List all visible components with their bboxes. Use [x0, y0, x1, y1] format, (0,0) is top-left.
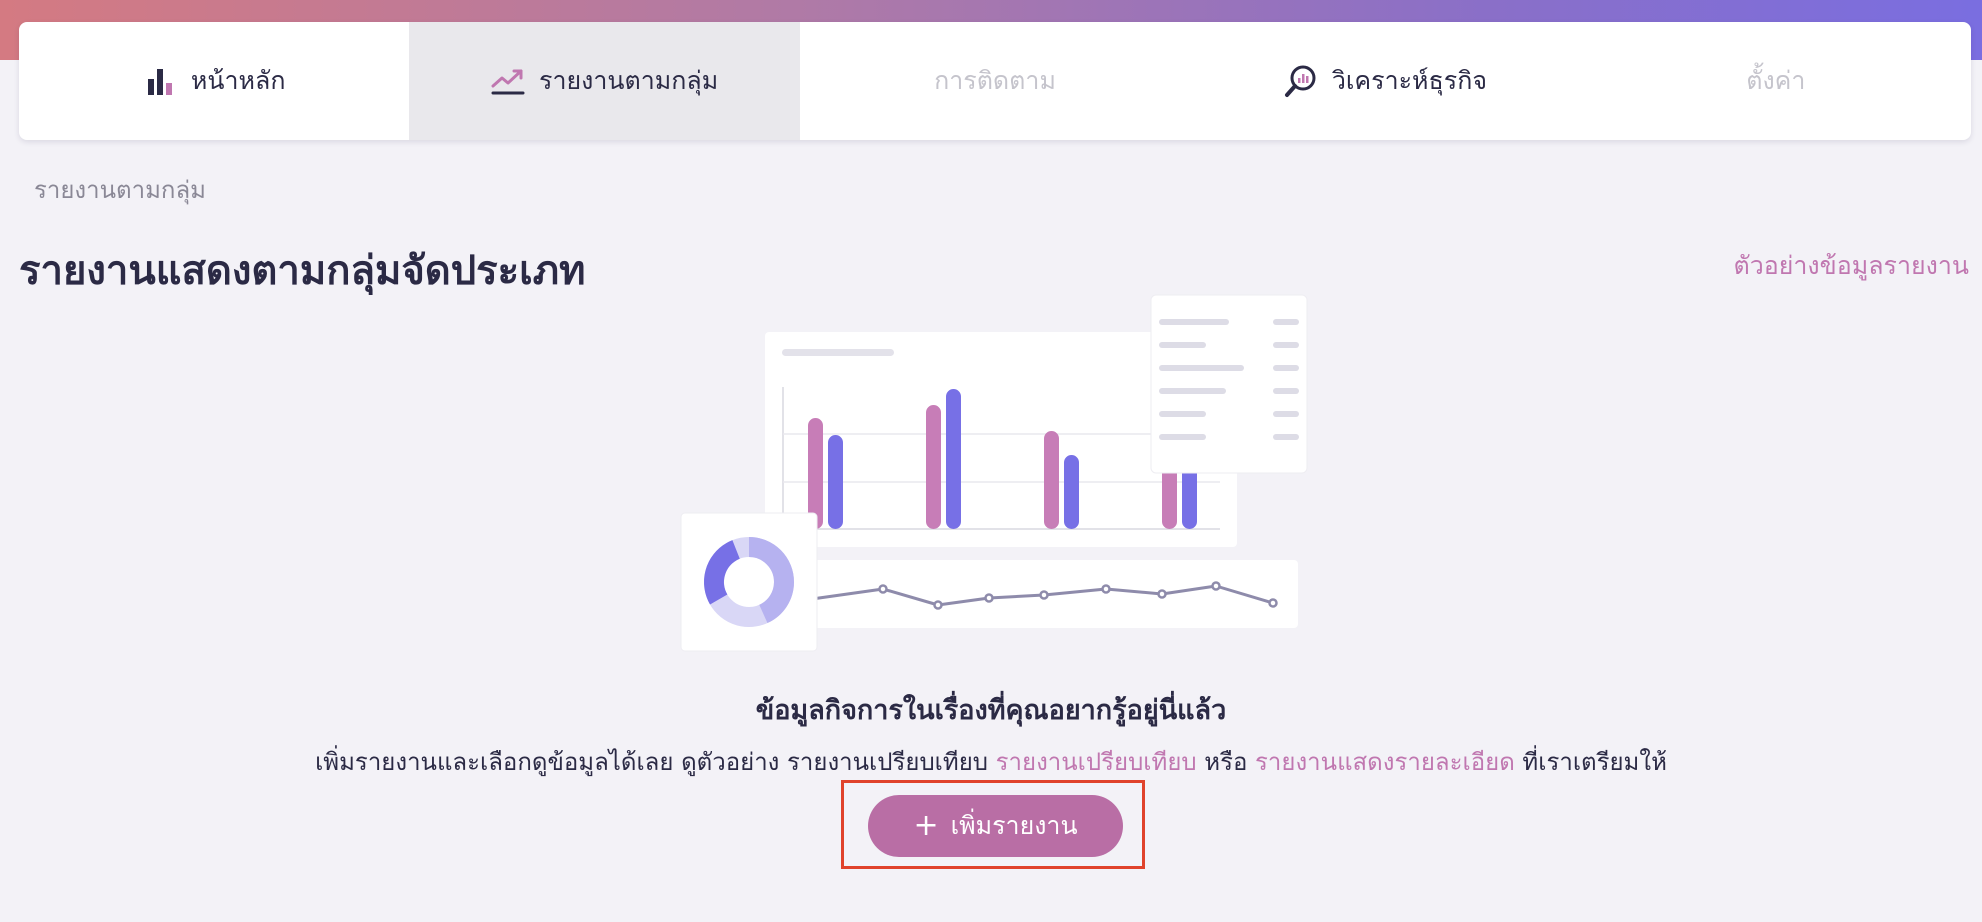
illustration-bar: [946, 389, 961, 529]
nav-label: วิเคราะห์ธุรกิจ: [1331, 66, 1487, 95]
nav-tab-business-analysis[interactable]: วิเคราะห์ธุรกิจ: [1190, 22, 1580, 140]
illustration-bar: [1064, 455, 1079, 529]
nav-label: รายงานตามกลุ่ม: [539, 66, 719, 95]
bar-chart-icon: [143, 64, 177, 98]
main-nav: หน้าหลัก รายงานตามกลุ่ม การติดตาม วิเครา…: [19, 22, 1971, 140]
donut-card: [680, 512, 818, 652]
nav-label: ตั้งค่า: [1746, 66, 1806, 95]
example-data-link[interactable]: ตัวอย่างข้อมูลรายงาน: [1733, 246, 1969, 286]
nav-tab-settings[interactable]: ตั้งค่า: [1581, 22, 1971, 140]
desc-text: หรือ: [1204, 748, 1248, 776]
breadcrumb: รายงานตามกลุ่ม: [34, 176, 206, 204]
nav-tab-group-report[interactable]: รายงานตามกลุ่ม: [409, 22, 800, 140]
empty-state-heading: ข้อมูลกิจการในเรื่องที่คุณอยากรู้อยู่นี่…: [755, 695, 1227, 726]
detail-report-link[interactable]: รายงานแสดงรายละเอียด: [1255, 748, 1515, 776]
magnify-chart-icon: [1284, 64, 1318, 98]
add-report-button[interactable]: + เพิ่มรายงาน: [868, 795, 1123, 857]
illustration-bar: [926, 405, 941, 529]
trend-line-icon: [491, 64, 525, 98]
nav-tab-home[interactable]: หน้าหลัก: [19, 22, 409, 140]
nav-tab-tracking[interactable]: การติดตาม: [800, 22, 1190, 140]
compare-report-link[interactable]: รายงานเปรียบเทียบ: [996, 748, 1197, 776]
illustration-bar: [808, 418, 823, 529]
empty-state-illustration: [680, 294, 1308, 652]
illustration-bar: [828, 435, 843, 529]
desc-text: ที่เราเตรียมให้: [1522, 748, 1667, 776]
nav-label: หน้าหลัก: [190, 66, 286, 95]
highlight-box: + เพิ่มรายงาน: [841, 780, 1145, 869]
empty-state-description: เพิ่มรายงานและเลือกดูข้อมูลได้เลย ดูตัวอ…: [0, 742, 1982, 781]
illustration-bar: [1044, 431, 1059, 529]
add-report-label: เพิ่มรายงาน: [950, 811, 1078, 840]
page-title: รายงานแสดงตามกลุ่มจัดประเภท: [19, 248, 586, 294]
nav-label: การติดตาม: [934, 66, 1056, 95]
desc-text: เพิ่มรายงานและเลือกดูข้อมูลได้เลย ดูตัวอ…: [315, 748, 988, 776]
plus-icon: +: [913, 808, 939, 843]
